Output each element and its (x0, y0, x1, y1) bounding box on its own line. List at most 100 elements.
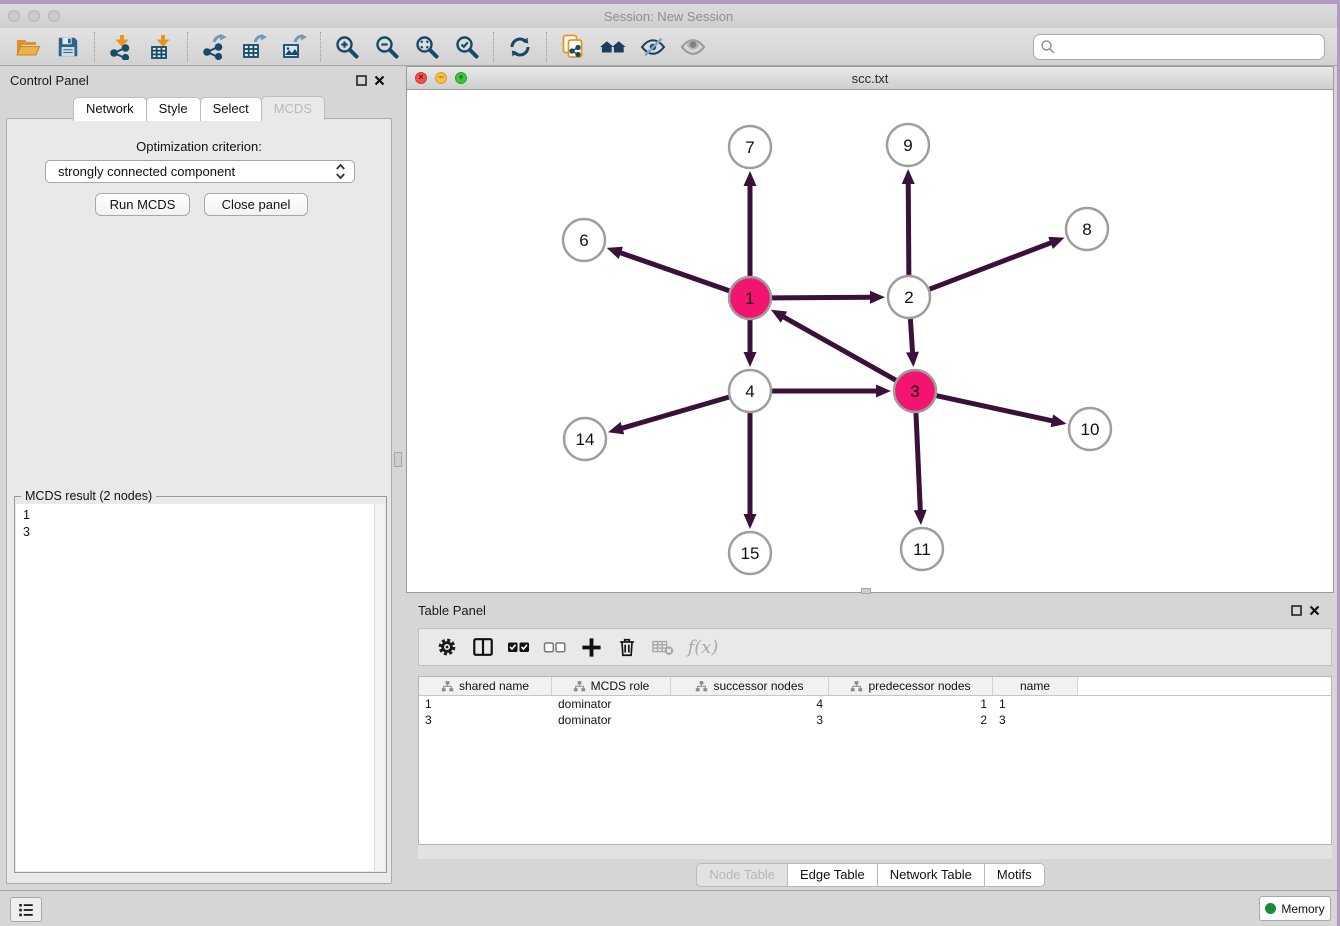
svg-text:9: 9 (903, 136, 912, 155)
zoom-fit-icon[interactable] (407, 31, 447, 63)
tab-network-table[interactable]: Network Table (877, 863, 985, 887)
network-canvas[interactable]: 1 2 3 4 6 7 8 9 10 11 14 15 (407, 90, 1333, 592)
graph-node-8[interactable]: 8 (1066, 208, 1108, 250)
export-table-icon[interactable] (234, 31, 274, 63)
zoom-out-icon[interactable] (367, 31, 407, 63)
tab-mcds[interactable]: MCDS (261, 96, 325, 120)
graph-edge[interactable] (772, 297, 872, 298)
graph-node-10[interactable]: 10 (1069, 408, 1111, 450)
search-field[interactable] (1033, 34, 1325, 60)
hide-view-eye-slash-icon[interactable] (633, 31, 673, 63)
node-table[interactable]: shared name MCDS role successor nodes pr… (418, 676, 1332, 845)
graph-edge[interactable] (916, 413, 920, 512)
graph-node-1[interactable]: 1 (729, 277, 771, 319)
import-table-icon[interactable] (141, 31, 181, 63)
result-scrollbar[interactable] (374, 504, 385, 871)
horizontal-scroll-area[interactable] (418, 845, 1332, 859)
open-folder-icon[interactable] (8, 31, 48, 63)
graph-edge-arrowhead (876, 385, 891, 398)
graph-edge-arrowhead (744, 514, 757, 529)
table-row[interactable]: 1 dominator 4 1 1 (419, 696, 1331, 712)
svg-text:15: 15 (741, 544, 760, 563)
table-row[interactable]: 3 dominator 3 2 3 (419, 712, 1331, 728)
tab-edge-table[interactable]: Edge Table (787, 863, 878, 887)
table-header-row: shared name MCDS role successor nodes pr… (419, 677, 1331, 696)
home-network-icon[interactable] (593, 31, 633, 63)
hierarchy-icon (695, 680, 708, 693)
svg-text:14: 14 (576, 430, 595, 449)
graph-edge[interactable] (619, 252, 729, 291)
function-builder-icon[interactable]: f(x) (681, 632, 725, 662)
close-panel-icon[interactable] (374, 75, 385, 86)
refresh-layout-icon[interactable] (500, 31, 540, 63)
graph-node-14[interactable]: 14 (564, 418, 606, 460)
deselect-all-icon[interactable] (537, 632, 573, 662)
tab-motifs[interactable]: Motifs (984, 863, 1045, 887)
tab-network[interactable]: Network (73, 97, 147, 121)
mcds-result-text[interactable]: 1 3 (16, 504, 385, 871)
close-panel-icon[interactable] (1309, 605, 1320, 616)
column-header-mcds-role[interactable]: MCDS role (552, 677, 671, 695)
mcds-panel: Optimization criterion: strongly connect… (6, 118, 392, 884)
float-panel-icon[interactable] (1291, 605, 1302, 616)
graph-node-4[interactable]: 4 (729, 370, 771, 412)
zoom-selected-icon[interactable] (447, 31, 487, 63)
tab-node-table[interactable]: Node Table (696, 863, 788, 887)
save-session-icon[interactable] (48, 31, 88, 63)
graph-node-3[interactable]: 3 (894, 370, 936, 412)
export-image-icon[interactable] (274, 31, 314, 63)
graph-edge[interactable] (936, 396, 1053, 421)
graph-node-6[interactable]: 6 (563, 219, 605, 261)
graph-node-11[interactable]: 11 (901, 528, 943, 570)
result-line: 3 (23, 524, 385, 541)
tab-select[interactable]: Select (200, 97, 262, 121)
graph-node-15[interactable]: 15 (729, 532, 771, 574)
horizontal-splitter-handle[interactable] (861, 588, 871, 594)
add-column-icon[interactable] (573, 632, 609, 662)
delete-column-icon[interactable] (645, 632, 681, 662)
graph-node-7[interactable]: 7 (729, 126, 771, 168)
tab-style[interactable]: Style (146, 97, 201, 121)
graph-edge[interactable] (908, 182, 909, 275)
clone-network-icon[interactable] (553, 31, 593, 63)
cell-predecessor-nodes: 2 (829, 713, 993, 727)
graph-edge[interactable] (930, 242, 1053, 289)
column-header-name[interactable]: name (993, 677, 1078, 695)
delete-row-trash-icon[interactable] (609, 632, 645, 662)
show-columns-icon[interactable] (465, 632, 501, 662)
graph-edge[interactable] (621, 397, 729, 429)
graph-edge[interactable] (782, 316, 896, 380)
memory-button[interactable]: Memory (1259, 896, 1331, 921)
cell-shared-name: 1 (419, 697, 552, 711)
svg-text:1: 1 (745, 289, 754, 308)
search-input[interactable] (1033, 34, 1325, 60)
import-network-icon[interactable] (101, 31, 141, 63)
column-header-predecessor-nodes[interactable]: predecessor nodes (829, 677, 993, 695)
window-titlebar[interactable]: Session: New Session (0, 4, 1337, 28)
column-header-shared-name[interactable]: shared name (419, 677, 552, 695)
zoom-in-icon[interactable] (327, 31, 367, 63)
select-value: strongly connected component (58, 164, 235, 179)
graph-edge[interactable] (910, 319, 912, 354)
main-toolbar (0, 28, 1337, 66)
graph-node-9[interactable]: 9 (887, 124, 929, 166)
optimization-criterion-select[interactable]: strongly connected component (45, 160, 355, 183)
task-history-button[interactable] (10, 897, 42, 922)
show-view-eye-icon[interactable] (673, 31, 713, 63)
graph-edge-arrowhead (607, 247, 623, 259)
run-mcds-button[interactable]: Run MCDS (95, 193, 190, 216)
network-window-titlebar[interactable]: × − + scc.txt (407, 67, 1333, 90)
close-panel-button[interactable]: Close panel (204, 193, 308, 216)
table-settings-gear-icon[interactable] (429, 632, 465, 662)
table-toolbar: f(x) (418, 628, 1332, 666)
float-panel-icon[interactable] (356, 75, 367, 86)
graph-node-2[interactable]: 2 (888, 276, 930, 318)
select-all-icon[interactable] (501, 632, 537, 662)
column-header-successor-nodes[interactable]: successor nodes (671, 677, 829, 695)
toolbar-separator (94, 32, 95, 62)
graph-edge-arrowhead (906, 352, 919, 367)
export-network-icon[interactable] (194, 31, 234, 63)
vertical-splitter-handle[interactable] (394, 452, 402, 467)
mcds-result-group: MCDS result (2 nodes) 1 3 (14, 496, 387, 873)
search-icon (1040, 39, 1056, 55)
